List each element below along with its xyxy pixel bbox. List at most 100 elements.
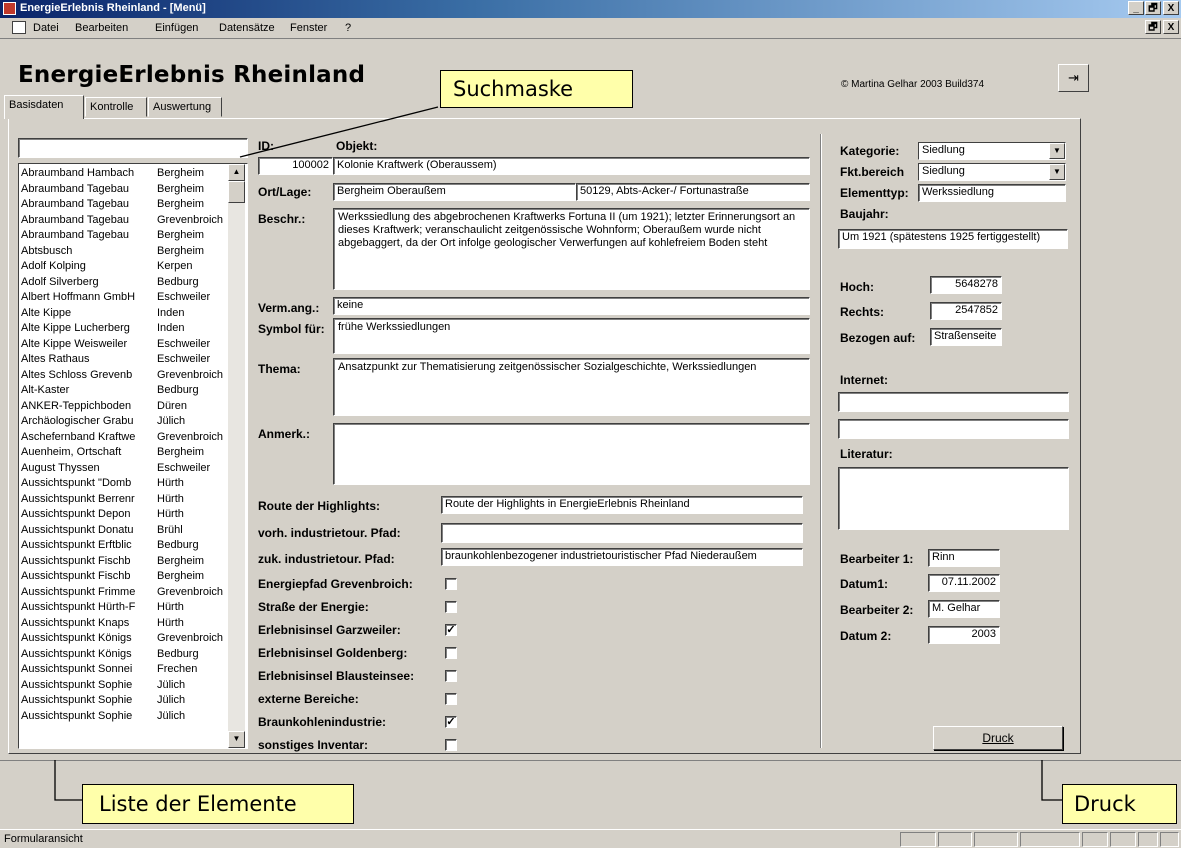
bearbeiter1-field[interactable]: Rinn	[928, 549, 1000, 567]
close-button[interactable]: X	[1163, 1, 1179, 15]
list-item[interactable]: Alt-Kaster Bedburg	[21, 384, 231, 397]
menu-help[interactable]: ?	[345, 22, 351, 34]
menu-bearbeiten[interactable]: Bearbeiten	[75, 22, 128, 34]
scroll-thumb[interactable]	[228, 181, 245, 203]
list-item[interactable]: Adolf Kolping Kerpen	[21, 260, 231, 273]
fktbereich-select[interactable]: Siedlung ▼	[918, 163, 1066, 181]
list-item-place: Hürth	[157, 601, 184, 613]
scroll-down-arrow-icon[interactable]: ▼	[228, 731, 245, 748]
zuk-pfad-field[interactable]: braunkohlenbezogener industrietouristisc…	[441, 548, 803, 566]
list-item[interactable]: Aussichtspunkt Erftblic Bedburg	[21, 539, 231, 552]
list-item[interactable]: Abraumband Tagebau Bergheim	[21, 229, 231, 242]
menu-fenster[interactable]: Fenster	[290, 22, 327, 34]
list-item[interactable]: Aussichtspunkt Knaps Hürth	[21, 617, 231, 630]
menu-datei[interactable]: Datei	[33, 22, 59, 34]
window-titlebar[interactable]: EnergieErlebnis Rheinland - [Menü] _ 🗗 X	[0, 0, 1181, 18]
tab-basisdaten[interactable]: Basisdaten	[4, 95, 84, 119]
literatur-field[interactable]	[838, 467, 1069, 530]
ort-field[interactable]: Bergheim Oberaußem	[333, 183, 576, 201]
checkbox[interactable]: ✓	[445, 716, 457, 728]
adresse-field[interactable]: 50129, Abts-Acker-/ Fortunastraße	[576, 183, 810, 201]
list-item[interactable]: Aussichtspunkt Königs Bedburg	[21, 648, 231, 661]
list-item[interactable]: Alte Kippe Lucherberg Inden	[21, 322, 231, 335]
list-item-name: Adolf Silverberg	[21, 275, 99, 288]
checkbox[interactable]	[445, 601, 457, 613]
rechts-field[interactable]: 2547852	[930, 302, 1002, 320]
elementtyp-field[interactable]: Werkssiedlung	[918, 184, 1066, 202]
window-title: EnergieErlebnis Rheinland - [Menü]	[20, 2, 206, 14]
list-item[interactable]: Aussichtspunkt Fischb Bergheim	[21, 570, 231, 583]
minimize-button[interactable]: _	[1128, 1, 1144, 15]
checkbox[interactable]	[445, 578, 457, 590]
symbol-field[interactable]: frühe Werkssiedlungen	[333, 318, 810, 354]
list-item[interactable]: Aussichtspunkt Sonnei Frechen	[21, 663, 231, 676]
list-item[interactable]: Altes Rathaus Eschweiler	[21, 353, 231, 366]
status-bar: Formularansicht	[0, 829, 1181, 848]
menu-datensaetze[interactable]: Datensätze	[219, 22, 275, 34]
checkbox[interactable]	[445, 647, 457, 659]
chevron-down-icon[interactable]: ▼	[1049, 143, 1065, 159]
list-item[interactable]: Aussichtspunkt Depon Hürth	[21, 508, 231, 521]
thema-field[interactable]: Ansatzpunkt zur Thematisierung zeitgenös…	[333, 358, 810, 416]
list-item[interactable]: Alte Kippe Inden	[21, 307, 231, 320]
checkbox[interactable]	[445, 693, 457, 705]
search-input[interactable]	[18, 138, 248, 158]
menu-einfuegen[interactable]: Einfügen	[155, 22, 198, 34]
list-item[interactable]: Altes Schloss Grevenb Grevenbroich	[21, 369, 231, 382]
tab-auswertung[interactable]: Auswertung	[148, 97, 222, 117]
list-item[interactable]: Abraumband Tagebau Bergheim	[21, 198, 231, 211]
list-item[interactable]: Abtsbusch Bergheim	[21, 245, 231, 258]
list-item[interactable]: Aussichtspunkt "Domb Hürth	[21, 477, 231, 490]
internet-field-1[interactable]	[838, 392, 1069, 412]
list-item[interactable]: Aschefernband Kraftwe Grevenbroich	[21, 431, 231, 444]
list-item[interactable]: Abraumband Hambach Bergheim	[21, 167, 231, 180]
restore-button[interactable]: 🗗	[1145, 1, 1161, 15]
list-item[interactable]: August Thyssen Eschweiler	[21, 462, 231, 475]
beschreibung-field[interactable]: Werkssiedlung des abgebrochenen Kraftwer…	[333, 208, 810, 290]
checkbox[interactable]	[445, 670, 457, 682]
exit-button[interactable]: ⇥	[1058, 64, 1089, 92]
datum1-field[interactable]: 07.11.2002	[928, 574, 1000, 592]
list-item[interactable]: Archäologischer Grabu Jülich	[21, 415, 231, 428]
list-item[interactable]: Aussichtspunkt Königs Grevenbroich	[21, 632, 231, 645]
route-field[interactable]: Route der Highlights in EnergieErlebnis …	[441, 496, 803, 514]
druck-button[interactable]: Druck	[933, 726, 1063, 750]
list-item[interactable]: Aussichtspunkt Frimme Grevenbroich	[21, 586, 231, 599]
list-item[interactable]: Alte Kippe Weisweiler Eschweiler	[21, 338, 231, 351]
kategorie-select[interactable]: Siedlung ▼	[918, 142, 1066, 160]
scroll-up-arrow-icon[interactable]: ▲	[228, 164, 245, 181]
anmerkung-field[interactable]	[333, 423, 810, 485]
baujahr-field[interactable]: Um 1921 (spätestens 1925 fertiggestellt)	[838, 229, 1068, 249]
chevron-down-icon[interactable]: ▼	[1049, 164, 1065, 180]
list-item[interactable]: Aussichtspunkt Berrenr Hürth	[21, 493, 231, 506]
tab-kontrolle[interactable]: Kontrolle	[85, 97, 147, 117]
list-item[interactable]: Adolf Silverberg Bedburg	[21, 276, 231, 289]
id-field[interactable]: 100002	[258, 157, 333, 175]
list-item[interactable]: Aussichtspunkt Sophie Jülich	[21, 679, 231, 692]
mdi-close-button[interactable]: X	[1163, 20, 1179, 34]
list-item[interactable]: Aussichtspunkt Sophie Jülich	[21, 694, 231, 707]
list-scrollbar[interactable]: ▲ ▼	[228, 164, 245, 748]
internet-field-2[interactable]	[838, 419, 1069, 439]
bearbeiter2-field[interactable]: M. Gelhar	[928, 600, 1000, 618]
list-item[interactable]: Albert Hoffmann GmbH Eschweiler	[21, 291, 231, 304]
checkbox[interactable]: ✓	[445, 624, 457, 636]
list-item[interactable]: Aussichtspunkt Fischb Bergheim	[21, 555, 231, 568]
objekt-field[interactable]: Kolonie Kraftwerk (Oberaussem)	[333, 157, 810, 175]
list-item[interactable]: Aussichtspunkt Donatu Brühl	[21, 524, 231, 537]
mdi-restore-button[interactable]: 🗗	[1145, 20, 1161, 34]
list-item[interactable]: Abraumband Tagebau Bergheim	[21, 183, 231, 196]
list-item[interactable]: ANKER-Teppichboden Düren	[21, 400, 231, 413]
datum2-field[interactable]: 2003	[928, 626, 1000, 644]
vorh-pfad-field[interactable]	[441, 523, 803, 543]
element-list[interactable]: Abraumband Hambach Bergheim Abraumband Tag…	[18, 163, 248, 749]
list-item[interactable]: Auenheim, Ortschaft Bergheim	[21, 446, 231, 459]
verm-field[interactable]: keine	[333, 297, 810, 315]
checkbox[interactable]	[445, 739, 457, 751]
list-item[interactable]: Aussichtspunkt Hürth-F Hürth	[21, 601, 231, 614]
hoch-field[interactable]: 5648278	[930, 276, 1002, 294]
form-icon[interactable]	[12, 21, 26, 34]
bezogen-field[interactable]: Straßenseite	[930, 328, 1002, 346]
list-item[interactable]: Abraumband Tagebau Grevenbroich	[21, 214, 231, 227]
list-item[interactable]: Aussichtspunkt Sophie Jülich	[21, 710, 231, 723]
